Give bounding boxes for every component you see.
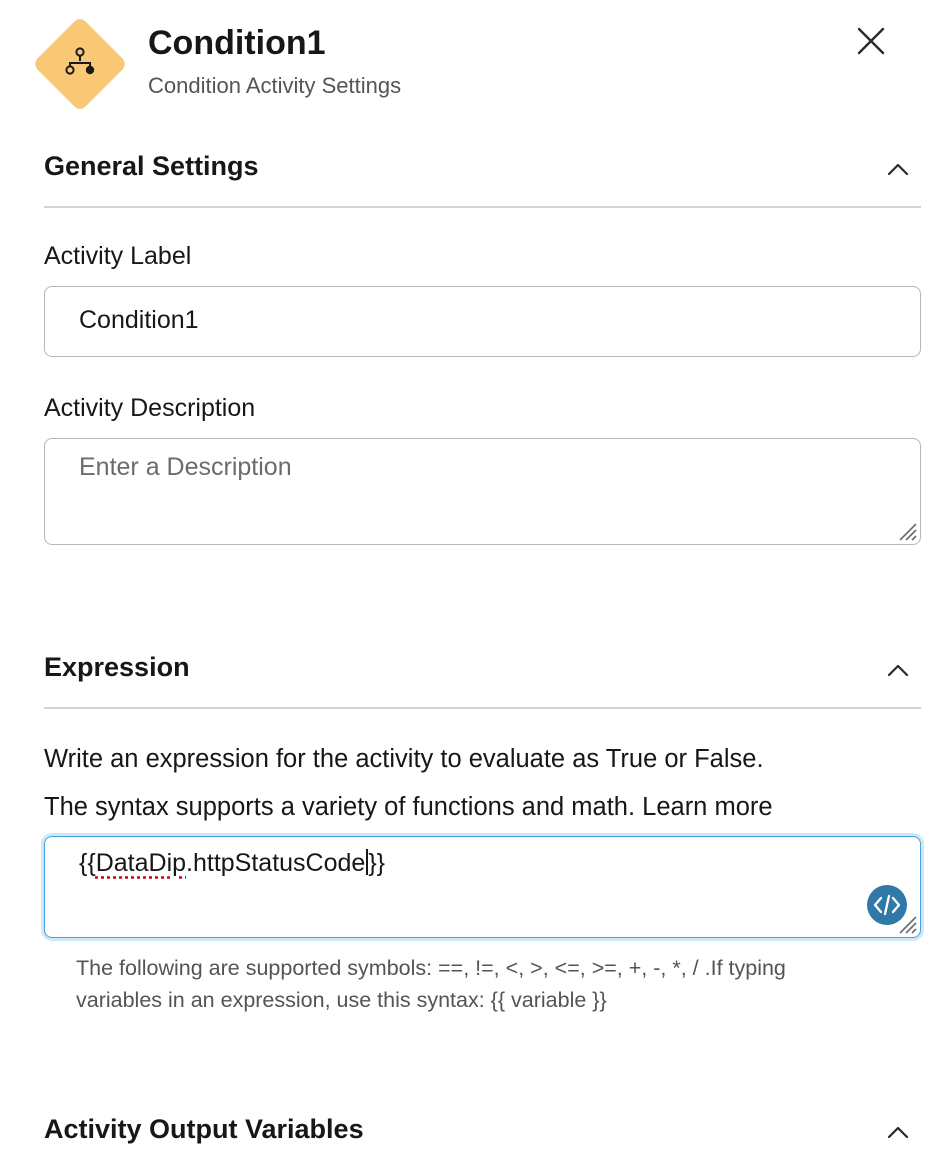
expression-syntax-help-text: The syntax supports a variety of functio…	[44, 793, 773, 821]
section-divider	[44, 707, 921, 709]
section-divider	[44, 206, 921, 208]
panel-title: Condition1	[148, 24, 326, 62]
activity-description-placeholder: Enter a Description	[79, 453, 292, 481]
activity-label-value: Condition1	[79, 306, 199, 334]
collapse-general-settings-chevron-up-icon[interactable]	[882, 159, 914, 179]
resize-handle-icon[interactable]	[894, 911, 918, 935]
resize-handle-icon[interactable]	[894, 518, 918, 542]
activity-description-textarea[interactable]: Enter a Description	[44, 438, 921, 545]
panel-header: Condition1 Condition Activity Settings	[0, 0, 948, 120]
close-icon[interactable]	[852, 22, 890, 60]
collapse-output-variables-chevron-up-icon[interactable]	[882, 1122, 914, 1142]
section-title-expression: Expression	[44, 652, 190, 682]
panel-subtitle: Condition Activity Settings	[148, 73, 402, 98]
activity-label-input[interactable]: Condition1	[44, 286, 921, 357]
expression-editor[interactable]: {{DataDip.httpStatusCode}}	[44, 836, 921, 938]
activity-label-field-label: Activity Label	[44, 242, 192, 270]
activity-type-badge	[31, 15, 129, 113]
expression-value: {{DataDip.httpStatusCode}}	[79, 849, 386, 877]
condition-flow-icon	[65, 47, 95, 75]
supported-symbols-note: The following are supported symbols: ==,…	[76, 956, 786, 980]
section-title-output-variables: Activity Output Variables	[44, 1114, 364, 1144]
section-title-general-settings: General Settings	[44, 151, 259, 181]
variable-syntax-note: variables in an expression, use this syn…	[76, 988, 607, 1012]
spellcheck-flagged-word: DataDip	[95, 849, 187, 877]
expression-help-text: Write an expression for the activity to …	[44, 745, 764, 773]
collapse-expression-chevron-up-icon[interactable]	[882, 660, 914, 680]
activity-description-field-label: Activity Description	[44, 394, 256, 422]
